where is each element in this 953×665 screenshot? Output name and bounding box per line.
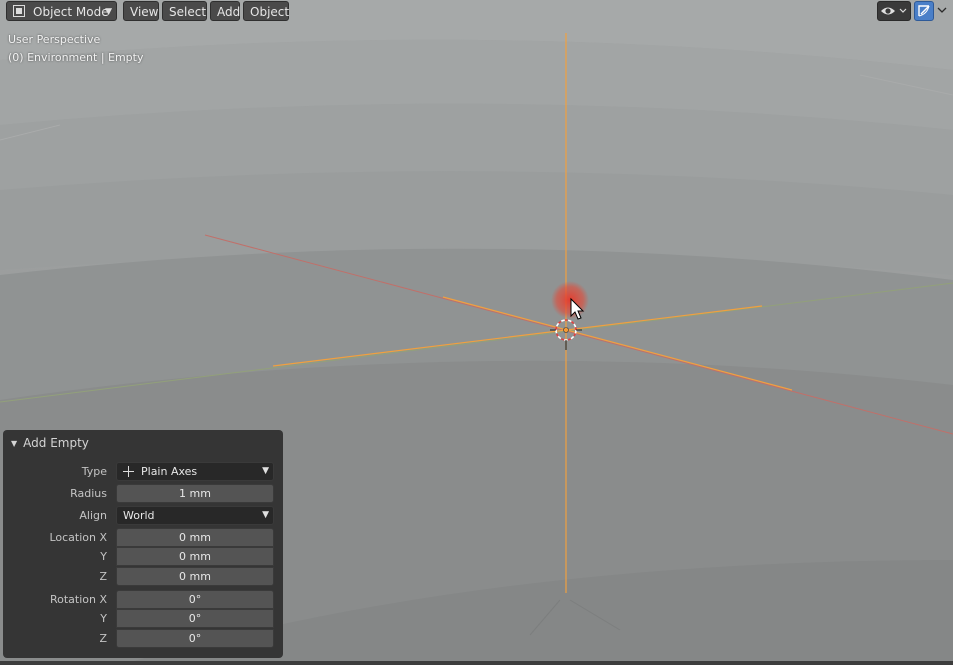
chevron-down-icon: ▼ bbox=[105, 7, 112, 17]
rotation-y-label: Y bbox=[100, 612, 107, 625]
visibility-dropdown[interactable] bbox=[877, 1, 911, 21]
location-z-field[interactable]: 0 mm bbox=[116, 567, 274, 586]
rotation-y-row: Y 0° bbox=[3, 609, 283, 628]
align-label: Align bbox=[79, 509, 107, 522]
rotation-z-row: Z 0° bbox=[3, 629, 283, 648]
rotation-z-label: Z bbox=[99, 632, 107, 645]
rotation-x-label: Rotation X bbox=[49, 593, 107, 606]
location-z-row: Z 0 mm bbox=[3, 567, 283, 586]
gizmo-toggle[interactable] bbox=[914, 1, 934, 21]
radius-row: Radius 1 mm bbox=[3, 484, 283, 503]
rotation-z-field[interactable]: 0° bbox=[116, 629, 274, 648]
location-y-label: Y bbox=[100, 550, 107, 563]
view-menu[interactable]: View bbox=[123, 1, 159, 21]
location-z-label: Z bbox=[99, 570, 107, 583]
mode-label: Object Mode bbox=[33, 5, 109, 19]
object-mode-icon bbox=[13, 5, 25, 17]
align-dropdown[interactable]: World ▼ bbox=[116, 506, 274, 525]
rotation-y-field[interactable]: 0° bbox=[116, 609, 274, 628]
radius-field[interactable]: 1 mm bbox=[116, 484, 274, 503]
rotation-x-field[interactable]: 0° bbox=[116, 590, 274, 609]
plain-axes-icon bbox=[123, 466, 134, 477]
location-x-label: Location X bbox=[49, 531, 107, 544]
mode-selector[interactable]: Object Mode ▼ bbox=[6, 1, 117, 21]
rotation-x-row: Rotation X 0° bbox=[3, 590, 283, 609]
location-y-field[interactable]: 0 mm bbox=[116, 547, 274, 566]
panel-title: Add Empty bbox=[23, 436, 89, 450]
view-perspective-label: User Perspective bbox=[8, 33, 101, 46]
location-y-row: Y 0 mm bbox=[3, 547, 283, 566]
type-label: Type bbox=[81, 465, 107, 478]
view-context-label: (0) Environment | Empty bbox=[8, 51, 144, 64]
gizmo-dropdown[interactable] bbox=[935, 1, 951, 21]
gizmo-icon bbox=[918, 5, 930, 17]
type-row: Type Plain Axes ▼ bbox=[3, 462, 283, 481]
select-menu[interactable]: Select bbox=[162, 1, 207, 21]
align-value: World bbox=[123, 509, 155, 522]
chevron-down-icon: ▼ bbox=[262, 510, 269, 520]
chevron-down-icon: ▼ bbox=[262, 466, 269, 476]
panel-header[interactable]: ▼ Add Empty bbox=[11, 435, 89, 451]
operator-redo-panel[interactable]: ▼ Add Empty Type Plain Axes ▼ Radius 1 mm… bbox=[3, 430, 283, 658]
align-row: Align World ▼ bbox=[3, 506, 283, 525]
type-dropdown[interactable]: Plain Axes ▼ bbox=[116, 462, 274, 481]
click-highlight bbox=[551, 281, 589, 319]
chevron-down-icon bbox=[937, 7, 947, 13]
add-menu[interactable]: Add bbox=[210, 1, 240, 21]
object-menu[interactable]: Object bbox=[243, 1, 289, 21]
collapse-triangle-icon: ▼ bbox=[11, 439, 18, 448]
type-value: Plain Axes bbox=[141, 465, 198, 478]
3d-viewport[interactable]: Object Mode ▼ View Select Add Object Use… bbox=[0, 0, 953, 665]
location-x-field[interactable]: 0 mm bbox=[116, 528, 274, 547]
location-x-row: Location X 0 mm bbox=[3, 528, 283, 547]
visibility-icon bbox=[881, 7, 907, 15]
radius-label: Radius bbox=[70, 487, 107, 500]
